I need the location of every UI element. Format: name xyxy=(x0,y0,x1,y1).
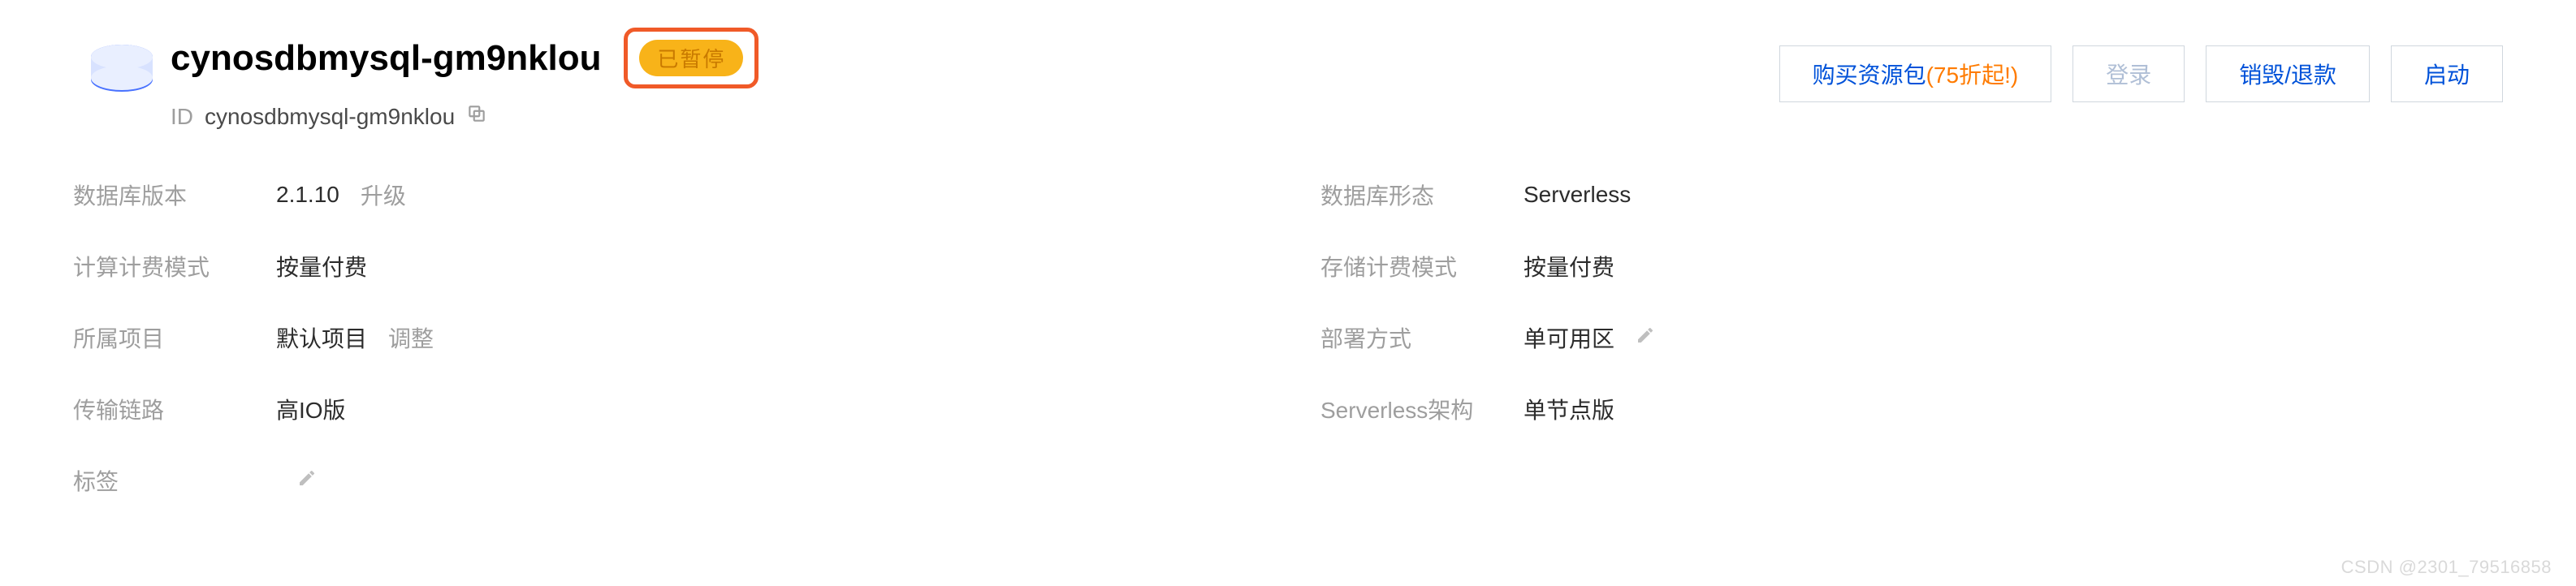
deploy-value: 单可用区 xyxy=(1524,321,1614,354)
transport-label: 传输链路 xyxy=(73,393,276,425)
deploy-label: 部署方式 xyxy=(1320,321,1524,354)
adjust-project-link[interactable]: 调整 xyxy=(388,321,434,354)
watermark: CSDN @2301_79516858 xyxy=(2341,557,2552,578)
storage-billing-label: 存储计费模式 xyxy=(1320,250,1524,282)
status-badge: 已暂停 xyxy=(639,40,743,76)
discount-label: (75折起!) xyxy=(1926,62,2019,88)
buy-resource-pack-label: 购买资源包 xyxy=(1813,62,1926,88)
project-value: 默认项目 xyxy=(276,321,367,354)
cluster-title: cynosdbmysql-gm9nklou xyxy=(171,38,602,79)
login-button[interactable]: 登录 xyxy=(2072,45,2185,102)
compute-billing-label: 计算计费模式 xyxy=(73,250,276,282)
upgrade-link[interactable]: 升级 xyxy=(361,179,406,211)
copy-icon[interactable] xyxy=(466,103,487,130)
transport-value: 高IO版 xyxy=(276,393,346,425)
db-form-value: Serverless xyxy=(1524,182,1631,208)
db-version-value: 2.1.10 xyxy=(276,182,339,208)
start-button[interactable]: 启动 xyxy=(2391,45,2503,102)
tags-label: 标签 xyxy=(73,464,276,497)
edit-deploy-icon[interactable] xyxy=(1636,325,1655,351)
db-form-label: 数据库形态 xyxy=(1320,179,1524,211)
status-highlight-box: 已暂停 xyxy=(624,28,759,88)
database-icon xyxy=(73,24,171,114)
id-label: ID xyxy=(171,104,193,130)
serverless-arch-value: 单节点版 xyxy=(1524,393,1614,425)
edit-tags-icon[interactable] xyxy=(297,468,317,493)
buy-resource-pack-button[interactable]: 购买资源包(75折起!) xyxy=(1779,45,2052,102)
serverless-arch-label: Serverless架构 xyxy=(1320,393,1524,425)
project-label: 所属项目 xyxy=(73,321,276,354)
compute-billing-value: 按量付费 xyxy=(276,250,367,282)
destroy-button[interactable]: 销毁/退款 xyxy=(2206,45,2370,102)
storage-billing-value: 按量付费 xyxy=(1524,250,1614,282)
id-value: cynosdbmysql-gm9nklou xyxy=(205,104,455,130)
db-version-label: 数据库版本 xyxy=(73,179,276,211)
